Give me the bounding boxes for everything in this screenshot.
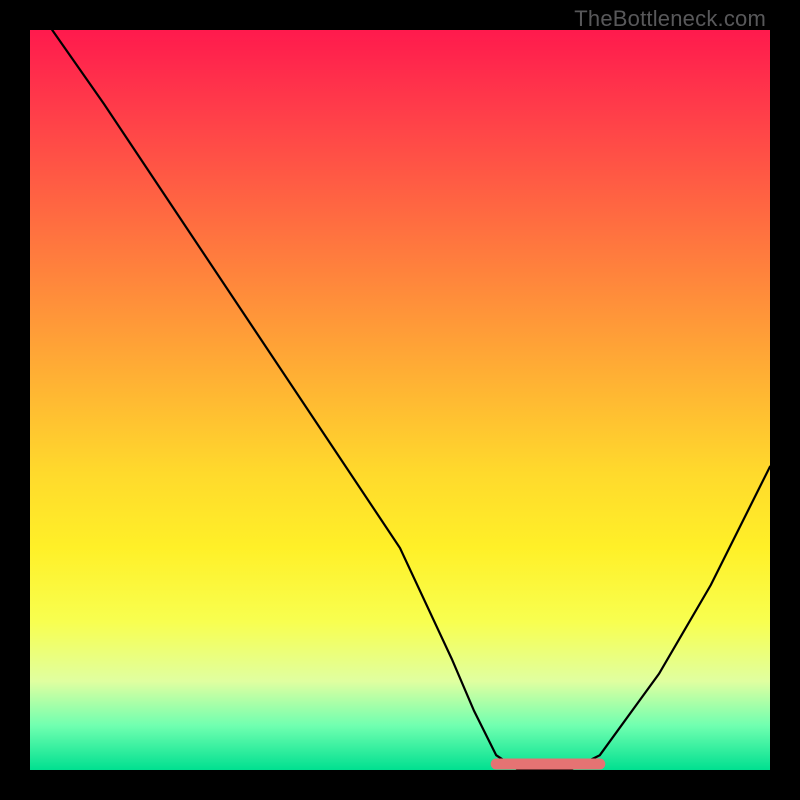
- plot-area: [30, 30, 770, 770]
- curve-layer: [30, 30, 770, 770]
- bottleneck-curve: [52, 30, 770, 770]
- chart-frame: TheBottleneck.com: [0, 0, 800, 800]
- watermark-text: TheBottleneck.com: [574, 6, 766, 32]
